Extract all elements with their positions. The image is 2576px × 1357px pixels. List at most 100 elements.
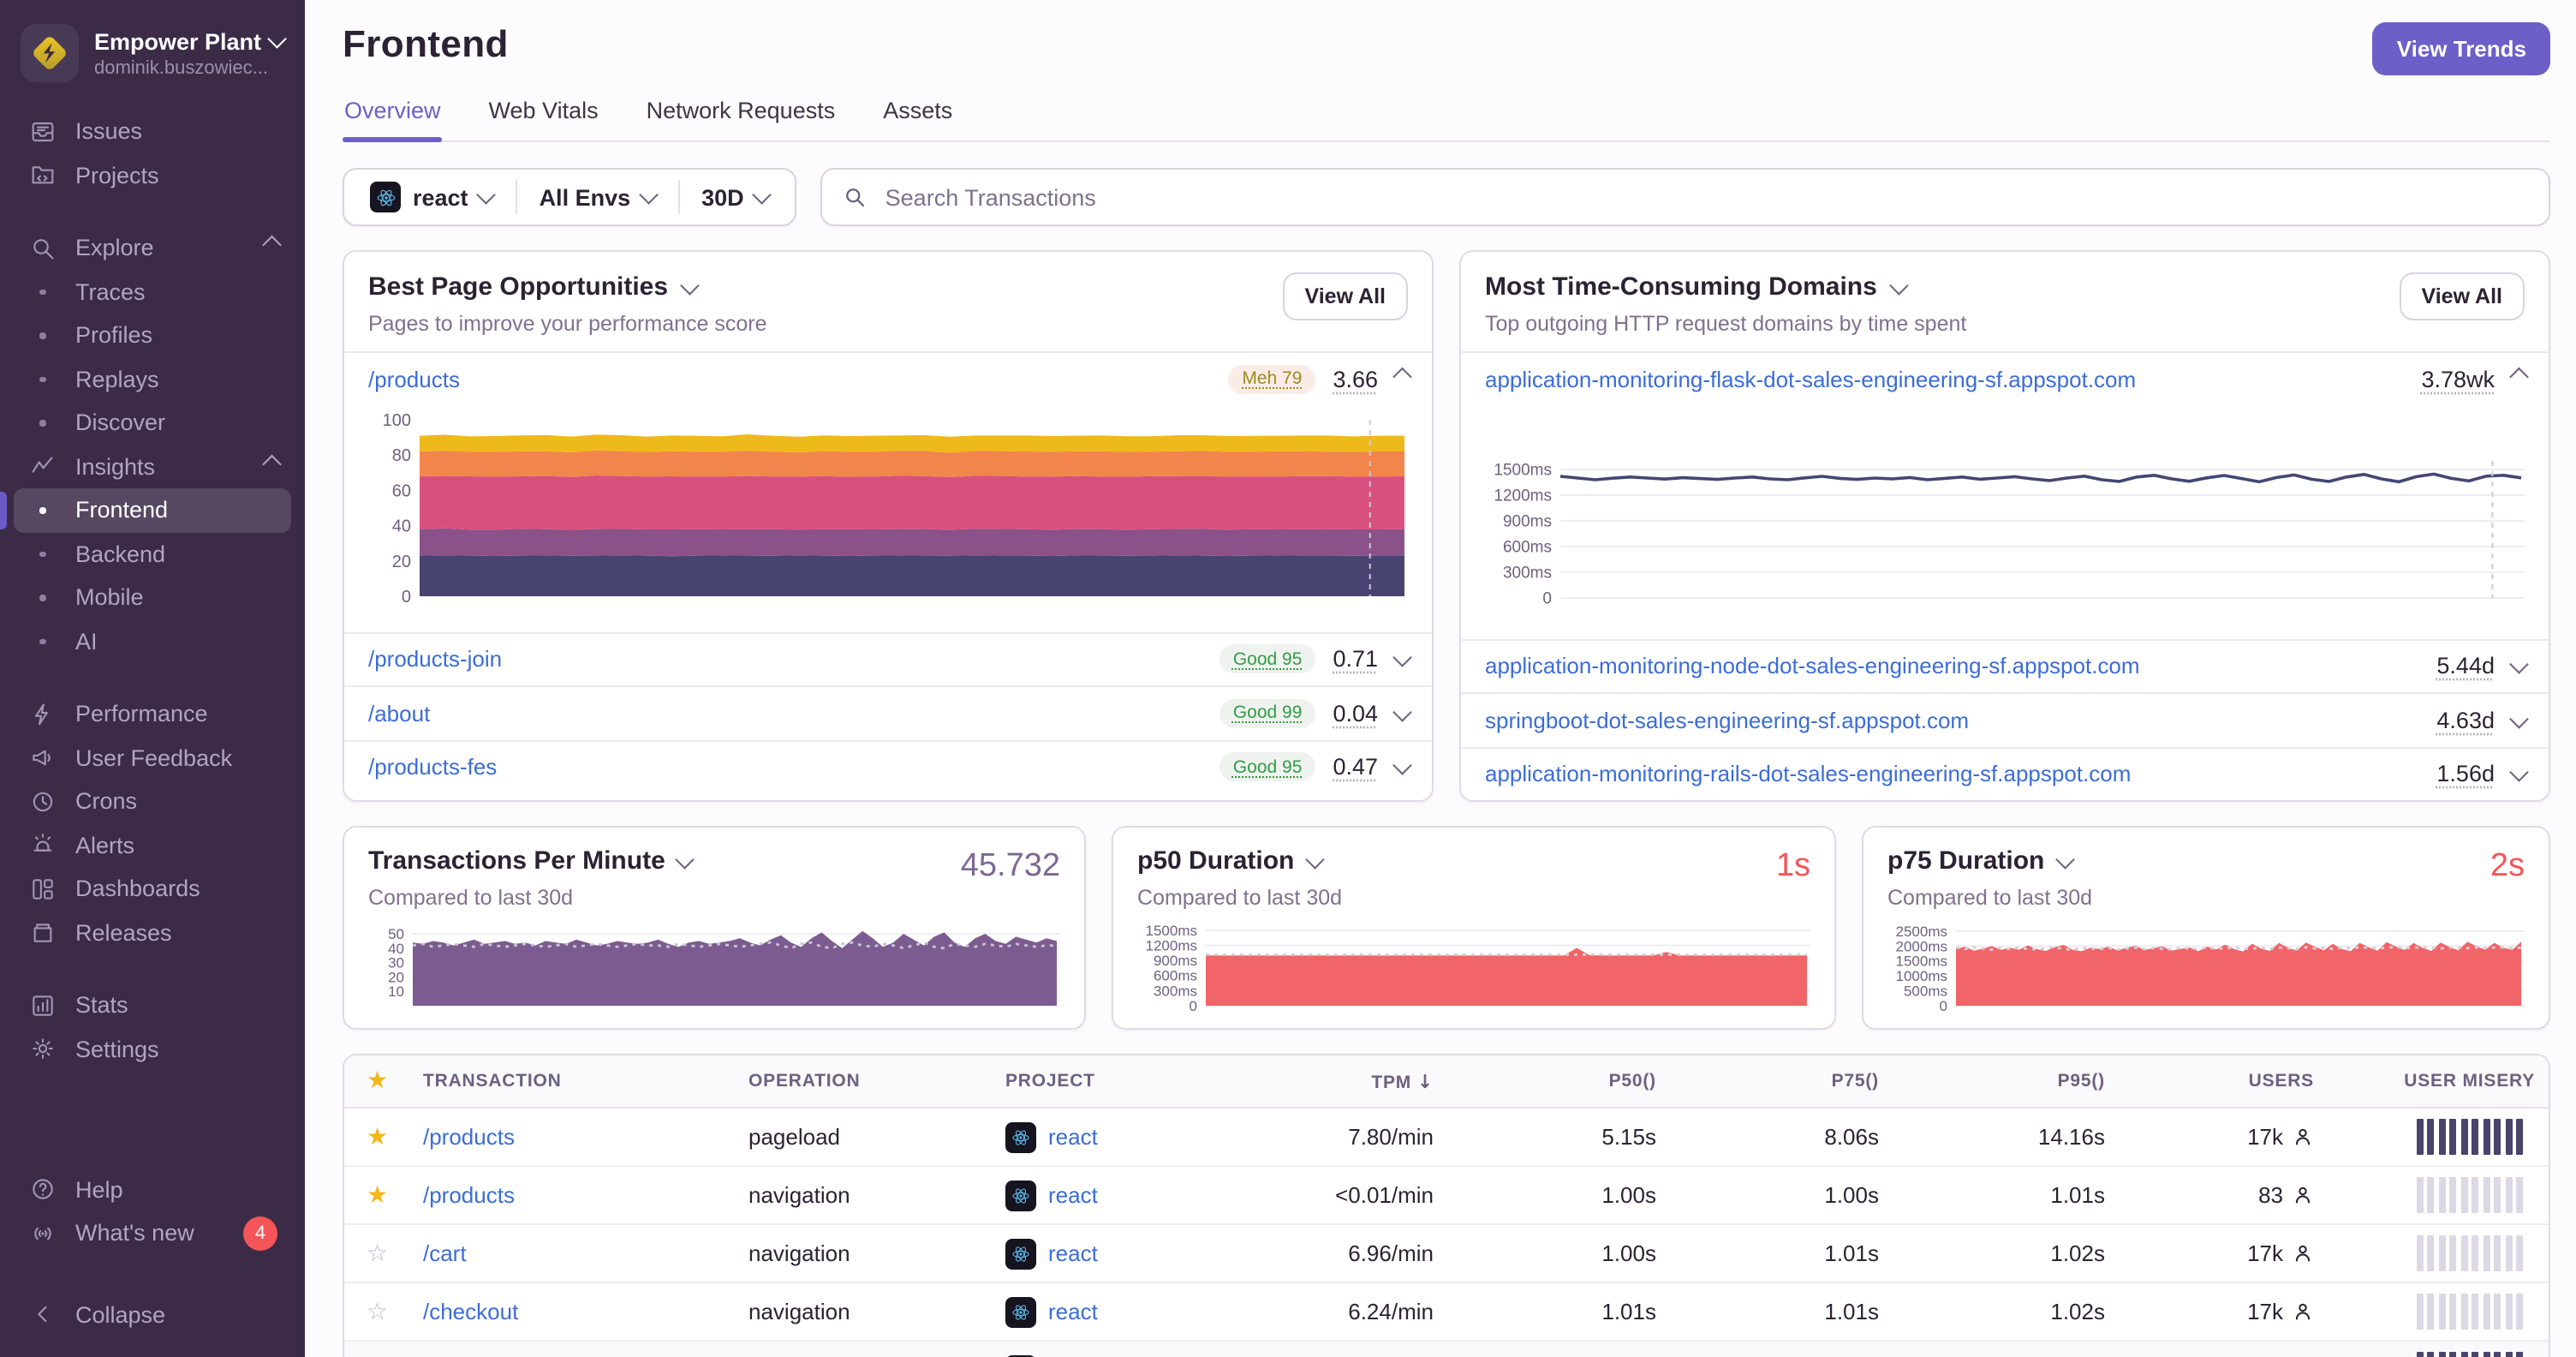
column-header-users[interactable]: USERS	[2119, 1071, 2328, 1091]
transactions-table: ★ TRANSACTION OPERATION PROJECT TPM ↓ P50() P7…	[343, 1054, 2550, 1357]
opportunity-row[interactable]: /products-fes Good 95 0.47	[344, 739, 1432, 793]
org-switcher[interactable]: Empower Plant dominik.buszowiec...	[0, 17, 305, 103]
search-box	[820, 168, 2550, 226]
opportunity-row[interactable]: /about Good 99 0.04	[344, 685, 1432, 739]
chevron-up-icon[interactable]	[1392, 368, 1411, 386]
view-trends-button[interactable]: View Trends	[2372, 22, 2550, 75]
p75-title[interactable]: p75 Duration	[1887, 846, 2525, 876]
stats-icon	[27, 992, 58, 1019]
project-link[interactable]: react	[1048, 1182, 1098, 1208]
operation-cell: pageload	[748, 1124, 840, 1150]
react-project-icon	[1005, 1296, 1036, 1327]
sidebar-item-mobile[interactable]: Mobile	[14, 576, 291, 619]
domain-link[interactable]: application-monitoring-node-dot-sales-en…	[1485, 654, 2140, 679]
page-link[interactable]: /products-fes	[368, 755, 497, 780]
sidebar-item-label: Traces	[75, 278, 146, 305]
tab-overview[interactable]: Overview	[343, 98, 444, 142]
sidebar-item-frontend[interactable]: Frontend	[0, 488, 291, 532]
domain-link[interactable]: application-monitoring-flask-dot-sales-e…	[1485, 367, 2136, 392]
svg-text:1500ms: 1500ms	[1494, 461, 1552, 479]
sidebar-item-ai[interactable]: AI	[14, 619, 291, 663]
opportunity-row[interactable]: /products Meh 79 3.66	[344, 351, 1432, 405]
time-spent-value: 1.56d	[2436, 761, 2495, 787]
domain-row[interactable]: springboot-dot-sales-engineering-sf.apps…	[1461, 692, 2549, 746]
tab-web-vitals[interactable]: Web Vitals	[487, 98, 600, 140]
transaction-link[interactable]: /products	[423, 1182, 515, 1208]
star-toggle[interactable]: ☆	[344, 1298, 409, 1325]
domains-title[interactable]: Most Time-Consuming Domains	[1485, 272, 1966, 302]
transaction-link[interactable]: /cart	[423, 1240, 467, 1266]
domain-link[interactable]: springboot-dot-sales-engineering-sf.apps…	[1485, 708, 1969, 733]
column-header-operation[interactable]: OPERATION	[735, 1071, 992, 1091]
page-link[interactable]: /about	[368, 701, 430, 726]
column-header-project[interactable]: PROJECT	[992, 1071, 1245, 1091]
sidebar-item-dashboards[interactable]: Dashboards	[14, 867, 291, 911]
sidebar-item-profiles[interactable]: Profiles	[14, 314, 291, 357]
sidebar-item-performance[interactable]: Performance	[14, 692, 291, 736]
chevron-down-icon[interactable]	[1392, 648, 1411, 667]
project-filter[interactable]: react	[348, 182, 516, 212]
column-header-transaction[interactable]: TRANSACTION	[409, 1071, 735, 1091]
sidebar-item-stats[interactable]: Stats	[14, 983, 291, 1027]
star-column-header: ★	[344, 1067, 409, 1095]
operation-cell: navigation	[748, 1240, 850, 1266]
domain-row[interactable]: application-monitoring-flask-dot-sales-e…	[1461, 351, 2549, 405]
page-link[interactable]: /products-join	[368, 647, 502, 673]
chevron-down-icon[interactable]	[2508, 762, 2528, 781]
column-header-p50[interactable]: P50()	[1447, 1071, 1670, 1091]
sidebar-item-user-feedback[interactable]: User Feedback	[14, 736, 291, 780]
misery-bar	[2505, 1119, 2512, 1155]
sidebar-item-what-s-new[interactable]: What's new 4	[14, 1211, 291, 1255]
tpm-title[interactable]: Transactions Per Minute	[368, 846, 1060, 876]
tab-assets[interactable]: Assets	[881, 98, 954, 140]
sidebar-item-explore[interactable]: Explore	[14, 226, 291, 270]
chevron-down-icon[interactable]	[2508, 708, 2528, 727]
tab-network-requests[interactable]: Network Requests	[645, 98, 838, 140]
p50-title[interactable]: p50 Duration	[1137, 846, 1810, 876]
domain-link[interactable]: application-monitoring-rails-dot-sales-e…	[1485, 762, 2131, 787]
sidebar-item-replays[interactable]: Replays	[14, 357, 291, 401]
sidebar-item-help[interactable]: Help	[14, 1168, 291, 1211]
opportunities-title[interactable]: Best Page Opportunities	[368, 272, 767, 302]
sidebar-item-projects[interactable]: Projects	[14, 153, 291, 197]
sidebar-item-settings[interactable]: Settings	[14, 1027, 291, 1071]
opportunity-chart-block: 100 80 60 40 20 0	[344, 405, 1432, 631]
empower-plant-logo-icon	[33, 37, 66, 69]
sidebar-item-insights[interactable]: Insights	[14, 445, 291, 488]
page-filter-group: react All Envs 30D	[343, 168, 796, 226]
domain-row[interactable]: application-monitoring-node-dot-sales-en…	[1461, 638, 2549, 692]
sidebar-item-discover[interactable]: Discover	[14, 401, 291, 445]
sidebar-item-backend[interactable]: Backend	[14, 532, 291, 576]
transaction-link[interactable]: /checkout	[423, 1299, 518, 1324]
domain-row[interactable]: application-monitoring-rails-dot-sales-e…	[1461, 746, 2549, 800]
project-link[interactable]: react	[1048, 1240, 1098, 1266]
column-header-tpm[interactable]: TPM ↓	[1245, 1070, 1447, 1092]
star-toggle[interactable]: ☆	[344, 1240, 409, 1267]
column-header-user-misery[interactable]: USER MISERY	[2328, 1071, 2549, 1091]
sidebar-item-traces[interactable]: Traces	[14, 270, 291, 314]
column-header-p75[interactable]: P75()	[1670, 1071, 1893, 1091]
star-toggle[interactable]: ★	[344, 1181, 409, 1209]
chevron-down-icon[interactable]	[2508, 655, 2528, 673]
transaction-link[interactable]: /products	[423, 1124, 515, 1150]
opportunities-view-all-button[interactable]: View All	[1282, 272, 1408, 320]
chevron-up-icon[interactable]	[2508, 368, 2528, 386]
chevron-down-icon[interactable]	[1392, 756, 1411, 774]
search-input[interactable]	[881, 182, 2528, 212]
project-link[interactable]: react	[1048, 1299, 1098, 1324]
environment-filter[interactable]: All Envs	[517, 184, 678, 210]
domains-view-all-button[interactable]: View All	[2399, 272, 2525, 320]
opportunity-row[interactable]: /products-join Good 95 0.71	[344, 631, 1432, 685]
column-header-p95[interactable]: P95()	[1893, 1071, 2119, 1091]
sidebar-item-releases[interactable]: Releases	[14, 911, 291, 954]
page-score-stacked-chart: 100 80 60 40 20 0	[383, 410, 1404, 606]
chevron-down-icon[interactable]	[1392, 702, 1411, 720]
sidebar-item-collapse[interactable]: Collapse	[14, 1293, 291, 1336]
sidebar-item-issues[interactable]: Issues	[14, 110, 291, 153]
star-toggle[interactable]: ★	[344, 1123, 409, 1151]
sidebar-item-crons[interactable]: Crons	[14, 780, 291, 823]
sidebar-item-alerts[interactable]: Alerts	[14, 823, 291, 867]
page-link[interactable]: /products	[368, 367, 460, 392]
project-link[interactable]: react	[1048, 1124, 1098, 1150]
date-range-filter[interactable]: 30D	[679, 184, 791, 210]
